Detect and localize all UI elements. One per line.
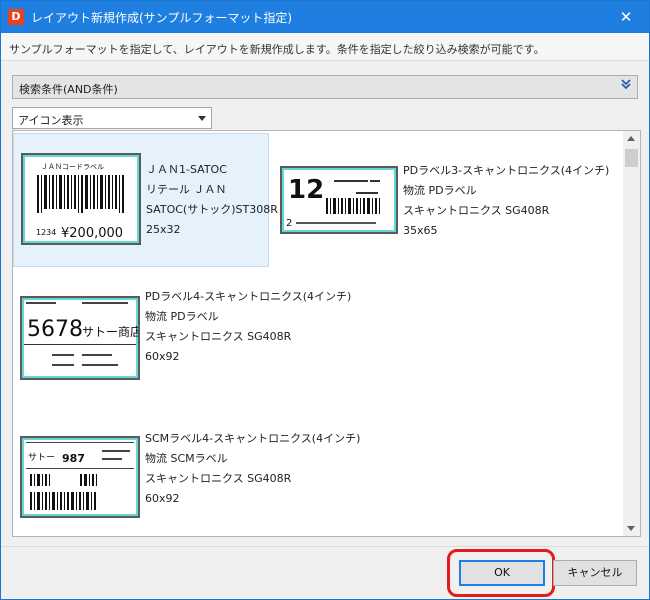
- format-thumbnail: 5678 サトー商店: [20, 296, 140, 380]
- format-item-scm-label-4[interactable]: サトー 987 SCMラベル4-スキャントロニクス(4インチ) 物流 SCMラベ…: [13, 425, 617, 535]
- search-conditions-label: 検索条件(AND条件): [19, 83, 118, 96]
- view-mode-selected: アイコン表示: [18, 114, 84, 127]
- thumb-code: 1234: [36, 228, 56, 237]
- cancel-button[interactable]: キャンセル: [553, 560, 637, 586]
- window-title: レイアウト新規作成(サンプルフォーマット指定): [31, 11, 293, 25]
- format-name: SCMラベル4-スキャントロニクス(4インチ): [145, 432, 361, 445]
- scm-label-preview: サトー 987: [26, 442, 134, 510]
- format-info: ＪＡＮ1-SATOC リテール ＪＡＮ SATOC(サトック)ST308R 25…: [146, 160, 278, 240]
- thumb-big-number: 12: [288, 175, 324, 205]
- app-logo-icon: D: [8, 9, 24, 25]
- format-thumbnail: ＪＡＮコードラベル 1234 ¥200,000: [21, 153, 141, 245]
- format-category: 物流 PDラベル: [145, 310, 219, 323]
- double-chevron-down-icon[interactable]: [621, 78, 631, 91]
- search-conditions-header[interactable]: 検索条件(AND条件): [12, 75, 638, 99]
- format-printer: スキャントロニクス SG408R: [145, 330, 292, 343]
- format-printer: SATOC(サトック)ST308R: [146, 203, 278, 216]
- scroll-down-arrow-icon[interactable]: [627, 526, 635, 531]
- dropdown-arrow-icon: [198, 116, 206, 121]
- scroll-up-arrow-icon[interactable]: [627, 136, 635, 141]
- format-size: 60x92: [145, 350, 180, 363]
- description-bar: サンプルフォーマットを指定して、レイアウトを新規作成します。条件を指定した絞り込…: [1, 33, 649, 61]
- format-thumbnail: サトー 987: [20, 436, 140, 518]
- format-category: リテール ＪＡＮ: [146, 183, 227, 196]
- format-size: 60x92: [145, 492, 180, 505]
- format-info: PDラベル3-スキャントロニクス(4インチ) 物流 PDラベル スキャントロニク…: [403, 161, 609, 241]
- ok-button[interactable]: OK: [459, 560, 545, 586]
- format-item-pd-label-3[interactable]: 12 2 PDラベル3-スキャントロニクス(4インチ) 物流 PDラベル スキャ…: [277, 133, 617, 267]
- format-category: 物流 SCMラベル: [145, 452, 228, 465]
- dialog-window: D レイアウト新規作成(サンプルフォーマット指定) ✕ サンプルフォーマットを指…: [0, 0, 650, 600]
- close-button[interactable]: ✕: [603, 1, 649, 33]
- description-text: サンプルフォーマットを指定して、レイアウトを新規作成します。条件を指定した絞り込…: [9, 43, 545, 56]
- scrollbar-thumb[interactable]: [625, 149, 638, 167]
- format-name: PDラベル3-スキャントロニクス(4インチ): [403, 164, 610, 177]
- format-category: 物流 PDラベル: [403, 184, 477, 197]
- thumb-big-number: 5678: [27, 317, 83, 342]
- jan-label-preview: ＪＡＮコードラベル 1234 ¥200,000: [36, 163, 124, 241]
- pd4-label-preview: 5678 サトー商店: [24, 302, 138, 366]
- format-size: 35x65: [403, 224, 438, 237]
- footer-divider: [1, 546, 649, 547]
- format-item-pd-label-4[interactable]: 5678 サトー商店 PDラベル4-スキャントロニクス(4インチ) 物流 PDラ…: [13, 273, 617, 413]
- format-size: 25x32: [146, 223, 181, 236]
- format-printer: スキャントロニクス SG408R: [403, 204, 550, 217]
- format-name: ＪＡＮ1-SATOC: [146, 163, 227, 176]
- format-info: PDラベル4-スキャントロニクス(4インチ) 物流 PDラベル スキャントロニク…: [145, 287, 351, 367]
- double-chevron-down-icon-svg: [621, 79, 631, 90]
- thumb-number: 987: [62, 452, 85, 465]
- thumb-price: ¥200,000: [61, 226, 123, 241]
- format-list[interactable]: ＪＡＮコードラベル 1234 ¥200,000 ＪＡＮ1-SATOC リテール …: [12, 130, 641, 537]
- format-printer: スキャントロニクス SG408R: [145, 472, 292, 485]
- format-name: PDラベル4-スキャントロニクス(4インチ): [145, 290, 352, 303]
- vertical-scrollbar[interactable]: [623, 131, 640, 536]
- thumb-shop-name: サトー商店: [82, 324, 138, 339]
- title-bar: D レイアウト新規作成(サンプルフォーマット指定) ✕: [1, 1, 649, 33]
- thumb-small-number: 2: [286, 218, 292, 229]
- thumb-header: ＪＡＮコードラベル: [41, 163, 104, 171]
- thumb-company: サトー: [28, 452, 55, 463]
- format-info: SCMラベル4-スキャントロニクス(4インチ) 物流 SCMラベル スキャントロ…: [145, 429, 360, 509]
- format-item-jan-satoc[interactable]: ＪＡＮコードラベル 1234 ¥200,000 ＪＡＮ1-SATOC リテール …: [13, 133, 278, 267]
- view-mode-dropdown[interactable]: アイコン表示: [12, 107, 212, 129]
- pd3-label-preview: 12 2: [286, 175, 380, 229]
- format-thumbnail: 12 2: [280, 166, 398, 234]
